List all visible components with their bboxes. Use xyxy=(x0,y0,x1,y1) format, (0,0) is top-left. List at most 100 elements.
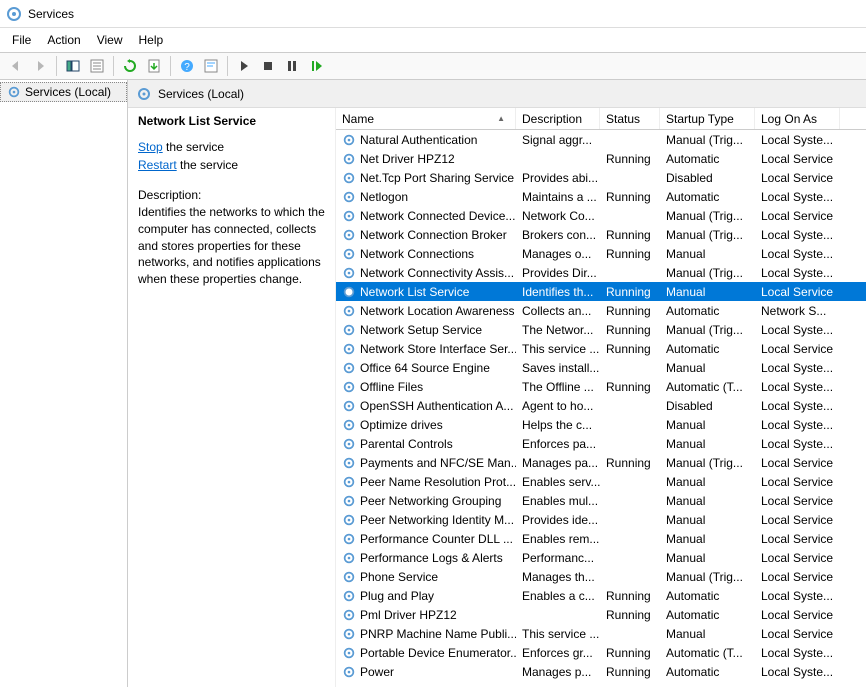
service-status: Running xyxy=(600,152,660,166)
service-status: Running xyxy=(600,646,660,660)
service-row[interactable]: PowerManages p...RunningAutomaticLocal S… xyxy=(336,662,866,681)
service-log-on-as: Local Service xyxy=(755,475,840,489)
service-name: OpenSSH Authentication A... xyxy=(360,399,513,413)
col-log-on-as[interactable]: Log On As xyxy=(755,108,840,129)
service-row[interactable]: Network Setup ServiceThe Networ...Runnin… xyxy=(336,320,866,339)
gear-icon xyxy=(342,589,356,603)
service-row[interactable]: Network Connectivity Assis...Provides Di… xyxy=(336,263,866,282)
menu-file[interactable]: File xyxy=(4,31,39,49)
service-log-on-as: Local Syste... xyxy=(755,646,840,660)
service-row[interactable]: Network ConnectionsManages o...RunningMa… xyxy=(336,244,866,263)
pause-service-button[interactable] xyxy=(281,55,303,77)
menu-action[interactable]: Action xyxy=(39,31,88,49)
gear-icon xyxy=(342,513,356,527)
menu-help[interactable]: Help xyxy=(131,31,172,49)
service-row[interactable]: Portable Device Enumerator...Enforces gr… xyxy=(336,643,866,662)
service-name: Performance Counter DLL ... xyxy=(360,532,513,546)
service-row[interactable]: Performance Logs & AlertsPerformanc...Ma… xyxy=(336,548,866,567)
service-row[interactable]: PNRP Machine Name Publi...This service .… xyxy=(336,624,866,643)
service-row[interactable]: Net.Tcp Port Sharing ServiceProvides abi… xyxy=(336,168,866,187)
service-row[interactable]: Pml Driver HPZ12RunningAutomaticLocal Se… xyxy=(336,605,866,624)
service-startup-type: Manual xyxy=(660,247,755,261)
start-service-button[interactable] xyxy=(233,55,255,77)
service-name: Natural Authentication xyxy=(360,133,477,147)
help2-button[interactable] xyxy=(200,55,222,77)
service-row[interactable]: NetlogonMaintains a ...RunningAutomaticL… xyxy=(336,187,866,206)
gear-icon xyxy=(342,532,356,546)
service-log-on-as: Local Service xyxy=(755,342,840,356)
service-row[interactable]: OpenSSH Authentication A...Agent to ho..… xyxy=(336,396,866,415)
nav-tree[interactable]: Services (Local) xyxy=(0,80,128,687)
service-status: Running xyxy=(600,608,660,622)
service-row[interactable]: Performance Counter DLL ...Enables rem..… xyxy=(336,529,866,548)
service-description: Performanc... xyxy=(516,551,600,565)
stop-link[interactable]: Stop xyxy=(138,140,163,154)
service-row[interactable]: Network Connected Device...Network Co...… xyxy=(336,206,866,225)
service-row[interactable]: Net Driver HPZ12RunningAutomaticLocal Se… xyxy=(336,149,866,168)
restart-link[interactable]: Restart xyxy=(138,158,177,172)
menu-view[interactable]: View xyxy=(89,31,131,49)
service-log-on-as: Local Service xyxy=(755,494,840,508)
service-row[interactable]: Peer Networking Identity M...Provides id… xyxy=(336,510,866,529)
show-hide-tree-button[interactable] xyxy=(62,55,84,77)
service-name: Portable Device Enumerator... xyxy=(360,646,516,660)
gear-icon xyxy=(342,418,356,432)
service-row[interactable]: Office 64 Source EngineSaves install...M… xyxy=(336,358,866,377)
service-status: Running xyxy=(600,665,660,679)
service-row[interactable]: Network List ServiceIdentifies th...Runn… xyxy=(336,282,866,301)
service-description: This service ... xyxy=(516,342,600,356)
titlebar[interactable]: Services xyxy=(0,0,866,28)
tree-item-services-local[interactable]: Services (Local) xyxy=(0,82,127,102)
properties-button[interactable] xyxy=(86,55,108,77)
service-log-on-as: Local Service xyxy=(755,551,840,565)
service-row[interactable]: Peer Networking GroupingEnables mul...Ma… xyxy=(336,491,866,510)
service-description: Maintains a ... xyxy=(516,190,600,204)
gear-icon xyxy=(7,85,21,99)
col-status[interactable]: Status xyxy=(600,108,660,129)
service-status: Running xyxy=(600,380,660,394)
stop-service-button[interactable] xyxy=(257,55,279,77)
forward-button[interactable] xyxy=(29,55,51,77)
gear-icon xyxy=(342,646,356,660)
service-description: Enforces gr... xyxy=(516,646,600,660)
service-log-on-as: Local Syste... xyxy=(755,247,840,261)
back-button[interactable] xyxy=(5,55,27,77)
service-description: The Offline ... xyxy=(516,380,600,394)
col-startup-type[interactable]: Startup Type xyxy=(660,108,755,129)
description-label: Description: xyxy=(138,188,325,202)
service-log-on-as: Local Service xyxy=(755,209,840,223)
service-description: Helps the c... xyxy=(516,418,600,432)
service-startup-type: Manual xyxy=(660,285,755,299)
service-row[interactable]: Phone ServiceManages th...Manual (Trig..… xyxy=(336,567,866,586)
restart-service-button[interactable] xyxy=(305,55,327,77)
gear-icon xyxy=(342,475,356,489)
service-description: Enables a c... xyxy=(516,589,600,603)
service-name: Net.Tcp Port Sharing Service xyxy=(360,171,514,185)
service-row[interactable]: Optimize drivesHelps the c...ManualLocal… xyxy=(336,415,866,434)
service-row[interactable]: Parental ControlsEnforces pa...ManualLoc… xyxy=(336,434,866,453)
service-row[interactable]: Payments and NFC/SE Man...Manages pa...R… xyxy=(336,453,866,472)
service-row[interactable]: Network Location AwarenessCollects an...… xyxy=(336,301,866,320)
gear-icon xyxy=(342,304,356,318)
services-list[interactable]: Name▲ Description Status Startup Type Lo… xyxy=(336,108,866,687)
service-startup-type: Automatic xyxy=(660,589,755,603)
export-list-button[interactable] xyxy=(143,55,165,77)
service-row[interactable]: Offline FilesThe Offline ...RunningAutom… xyxy=(336,377,866,396)
col-name[interactable]: Name▲ xyxy=(336,108,516,129)
service-startup-type: Manual xyxy=(660,532,755,546)
gear-icon xyxy=(342,285,356,299)
refresh-button[interactable] xyxy=(119,55,141,77)
right-header: Services (Local) xyxy=(128,80,866,108)
service-row[interactable]: Network Store Interface Ser...This servi… xyxy=(336,339,866,358)
service-status: Running xyxy=(600,285,660,299)
service-name: Offline Files xyxy=(360,380,423,394)
service-log-on-as: Local Syste... xyxy=(755,361,840,375)
help-button[interactable]: ? xyxy=(176,55,198,77)
col-description[interactable]: Description xyxy=(516,108,600,129)
service-row[interactable]: Plug and PlayEnables a c...RunningAutoma… xyxy=(336,586,866,605)
service-row[interactable]: Natural AuthenticationSignal aggr...Manu… xyxy=(336,130,866,149)
service-row[interactable]: Network Connection BrokerBrokers con...R… xyxy=(336,225,866,244)
gear-icon xyxy=(342,171,356,185)
service-row[interactable]: Peer Name Resolution Prot...Enables serv… xyxy=(336,472,866,491)
service-startup-type: Automatic xyxy=(660,342,755,356)
